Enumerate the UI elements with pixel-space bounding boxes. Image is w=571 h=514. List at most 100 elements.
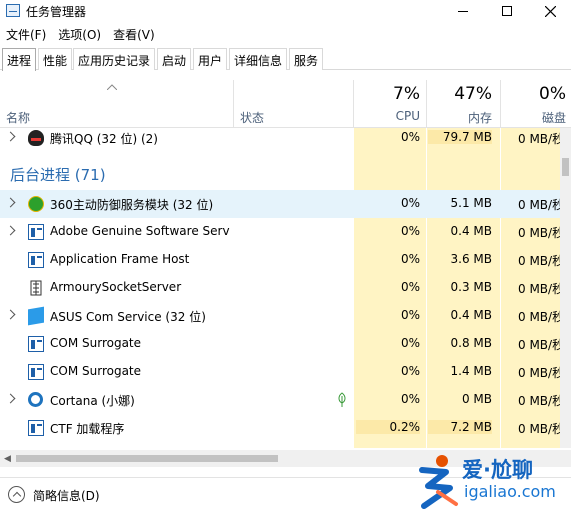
minimize-button[interactable]	[442, 0, 484, 22]
menu-file[interactable]: 文件(F)	[0, 24, 52, 44]
memory-value: 79.7 MB	[428, 130, 492, 144]
process-name: ArmourySocketServer	[50, 280, 182, 294]
menu-options[interactable]: 选项(O)	[52, 24, 107, 44]
vertical-scrollbar[interactable]	[560, 128, 571, 448]
collapse-up-icon[interactable]	[8, 486, 25, 503]
watermark-text-cn: 爱·尬聊	[462, 458, 533, 482]
cpu-value: 0%	[356, 130, 420, 144]
disk-value: 0 MB/秒	[518, 310, 560, 324]
expand-chevron-icon[interactable]	[5, 309, 16, 320]
cpu-value: 0%	[400, 196, 420, 210]
tab-details[interactable]: 详细信息	[229, 48, 288, 70]
shield-icon	[28, 196, 44, 212]
scroll-left-icon[interactable]: ◀	[4, 454, 11, 464]
cpu-value: 0%	[400, 364, 420, 378]
memory-value: 7.2 MB	[428, 420, 492, 434]
disk-value: 0 MB/秒	[518, 282, 560, 296]
task-manager-icon	[6, 4, 20, 17]
tab-app-history[interactable]: 应用历史记录	[73, 48, 156, 70]
close-icon	[544, 5, 556, 17]
process-row[interactable]: ArmourySocketServer 0% 0.3 MB 0 MB/秒	[0, 274, 560, 302]
process-row[interactable]: ASUS Com Service (32 位) 0% 0.4 MB 0 MB/秒	[0, 302, 560, 330]
memory-value: 5.1 MB	[450, 196, 492, 210]
column-separator	[233, 80, 234, 128]
close-button[interactable]	[529, 0, 571, 22]
fewer-details-button[interactable]: 简略信息(D)	[33, 487, 100, 504]
process-row[interactable]: COM Surrogate 0% 0.8 MB 0 MB/秒	[0, 330, 560, 358]
expand-chevron-icon[interactable]	[5, 197, 16, 208]
disk-value: 0 MB/秒	[518, 198, 560, 212]
disk-value: 0 MB/秒	[518, 132, 560, 146]
window-icon	[28, 336, 44, 352]
window-title: 任务管理器	[26, 5, 87, 19]
expand-chevron-icon[interactable]	[5, 131, 16, 142]
qq-icon	[28, 130, 44, 146]
maximize-icon	[502, 6, 512, 16]
cpu-value: 0%	[400, 336, 420, 350]
tab-startup[interactable]: 启动	[157, 48, 192, 70]
window-icon	[28, 224, 44, 240]
watermark-text-en: igaliao.com	[464, 482, 556, 501]
disk-value: 0 MB/秒	[518, 338, 560, 352]
tab-performance[interactable]: 性能	[38, 48, 73, 70]
background-processes-group[interactable]: 后台进程 (71)	[10, 164, 106, 185]
cpu-total-percent[interactable]: 7%	[356, 84, 420, 104]
vertical-scroll-thumb[interactable]	[562, 158, 569, 176]
expand-chevron-icon[interactable]	[5, 393, 16, 404]
minimize-icon	[458, 10, 468, 12]
sort-up-icon	[107, 84, 117, 90]
expand-chevron-icon[interactable]	[5, 225, 16, 236]
cpu-value: 0%	[400, 392, 420, 406]
cortana-icon	[28, 392, 43, 407]
watermark-logo-icon	[419, 455, 458, 509]
memory-value: 3.6 MB	[450, 252, 492, 266]
disk-value: 0 MB/秒	[518, 394, 560, 408]
process-row[interactable]: 腾讯QQ (32 位) (2) 0% 79.7 MB 0 MB/秒	[0, 124, 560, 152]
process-name: CTF 加载程序	[50, 422, 125, 436]
server-icon	[30, 280, 42, 296]
column-separator	[500, 80, 501, 128]
memory-value: 1.4 MB	[450, 364, 492, 378]
cube-icon	[28, 306, 44, 326]
memory-value: 0.8 MB	[450, 336, 492, 350]
column-cpu-header[interactable]: CPU	[356, 109, 420, 123]
process-name: COM Surrogate	[50, 336, 142, 350]
process-row[interactable]: COM Surrogate 0% 1.4 MB 0 MB/秒	[0, 358, 560, 386]
memory-value: 0 MB	[461, 392, 492, 406]
cpu-value: 0.2%	[356, 420, 420, 434]
process-row[interactable]: CTF 加载程序 0.2% 7.2 MB 0 MB/秒	[0, 414, 560, 442]
process-name: COM Surrogate	[50, 364, 142, 378]
memory-value: 0.4 MB	[450, 224, 492, 238]
horizontal-scroll-thumb[interactable]	[16, 455, 278, 462]
menu-bar: 文件(F) 选项(O) 查看(V)	[0, 24, 571, 44]
tab-processes[interactable]: 进程	[2, 48, 37, 71]
leaf-icon	[338, 392, 346, 407]
disk-value: 0 MB/秒	[518, 422, 560, 436]
memory-value: 0.3 MB	[450, 280, 492, 294]
maximize-button[interactable]	[486, 0, 528, 22]
watermark: 爱·尬聊 igaliao.com	[414, 448, 571, 514]
menu-view[interactable]: 查看(V)	[107, 24, 161, 44]
memory-total-percent[interactable]: 47%	[428, 84, 492, 104]
disk-total-percent[interactable]: 0%	[502, 84, 566, 104]
window-icon	[28, 252, 44, 268]
memory-value: 0.4 MB	[450, 308, 492, 322]
tab-services[interactable]: 服务	[289, 48, 324, 70]
tab-users[interactable]: 用户	[193, 48, 228, 70]
process-name: Application Frame Host	[50, 252, 190, 266]
window-icon	[28, 364, 44, 380]
cpu-value: 0%	[400, 224, 420, 238]
cpu-value: 0%	[400, 308, 420, 322]
disk-value: 0 MB/秒	[518, 366, 560, 380]
process-name: 360主动防御服务模块 (32 位)	[50, 198, 214, 212]
disk-value: 0 MB/秒	[518, 254, 560, 268]
title-bar: 任务管理器	[0, 0, 571, 22]
process-row[interactable]: Application Frame Host 0% 3.6 MB 0 MB/秒	[0, 246, 560, 274]
process-row[interactable]: Cortana (小娜) 0% 0 MB 0 MB/秒	[0, 386, 560, 414]
window-icon	[28, 420, 44, 436]
column-separator	[426, 80, 427, 128]
process-row[interactable]: 360主动防御服务模块 (32 位) 0% 5.1 MB 0 MB/秒	[0, 190, 560, 218]
process-name: Adobe Genuine Software Service	[50, 224, 230, 238]
process-row[interactable]: Adobe Genuine Software Service 0% 0.4 MB…	[0, 218, 560, 246]
process-name: Cortana (小娜)	[50, 394, 135, 408]
